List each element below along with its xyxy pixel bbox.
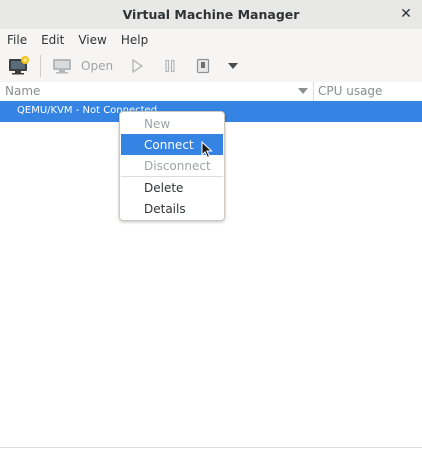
menu-file[interactable]: File bbox=[0, 33, 34, 47]
toolbar: Open bbox=[0, 50, 422, 83]
sort-arrow-icon[interactable] bbox=[298, 88, 308, 94]
toolbar-separator bbox=[40, 55, 41, 77]
column-header: Name CPU usage bbox=[0, 82, 422, 102]
monitor-icon bbox=[53, 59, 71, 74]
context-menu-delete[interactable]: Delete bbox=[121, 177, 223, 198]
menu-view[interactable]: View bbox=[71, 33, 113, 47]
mouse-cursor-icon bbox=[201, 141, 213, 159]
context-menu-details-label: Details bbox=[144, 201, 186, 216]
context-menu-details[interactable]: Details bbox=[121, 198, 223, 219]
title-bar: Virtual Machine Manager ✕ bbox=[0, 0, 422, 30]
menu-bar: File Edit View Help bbox=[0, 29, 422, 50]
shutdown-dropdown-button[interactable] bbox=[227, 54, 239, 78]
menu-edit[interactable]: Edit bbox=[34, 33, 71, 47]
open-button-label: Open bbox=[81, 59, 114, 73]
column-divider[interactable] bbox=[313, 82, 314, 101]
menu-help[interactable]: Help bbox=[114, 33, 155, 47]
close-icon[interactable]: ✕ bbox=[398, 6, 414, 22]
open-button[interactable]: Open bbox=[52, 54, 113, 78]
pause-icon bbox=[165, 59, 175, 73]
context-menu-connect-label: Connect bbox=[144, 137, 194, 152]
shutdown-icon bbox=[196, 58, 210, 74]
context-menu-new-label: New bbox=[144, 116, 171, 131]
context-menu-disconnect-label: Disconnect bbox=[144, 158, 211, 173]
run-button[interactable] bbox=[131, 54, 143, 78]
shutdown-button[interactable] bbox=[196, 54, 210, 78]
context-menu-new[interactable]: New bbox=[121, 113, 223, 134]
column-name-header[interactable]: Name bbox=[5, 84, 40, 98]
pause-button[interactable] bbox=[164, 54, 176, 78]
context-menu-delete-label: Delete bbox=[144, 180, 184, 195]
new-vm-button[interactable] bbox=[8, 54, 30, 78]
context-menu: New Connect Disconnect Delete Details bbox=[119, 111, 225, 221]
new-vm-icon bbox=[9, 56, 29, 75]
window-title: Virtual Machine Manager bbox=[122, 7, 300, 22]
column-cpu-header[interactable]: CPU usage bbox=[318, 84, 382, 98]
chevron-down-icon bbox=[228, 63, 238, 69]
list-bottom-border bbox=[0, 447, 422, 448]
play-icon bbox=[132, 59, 143, 73]
